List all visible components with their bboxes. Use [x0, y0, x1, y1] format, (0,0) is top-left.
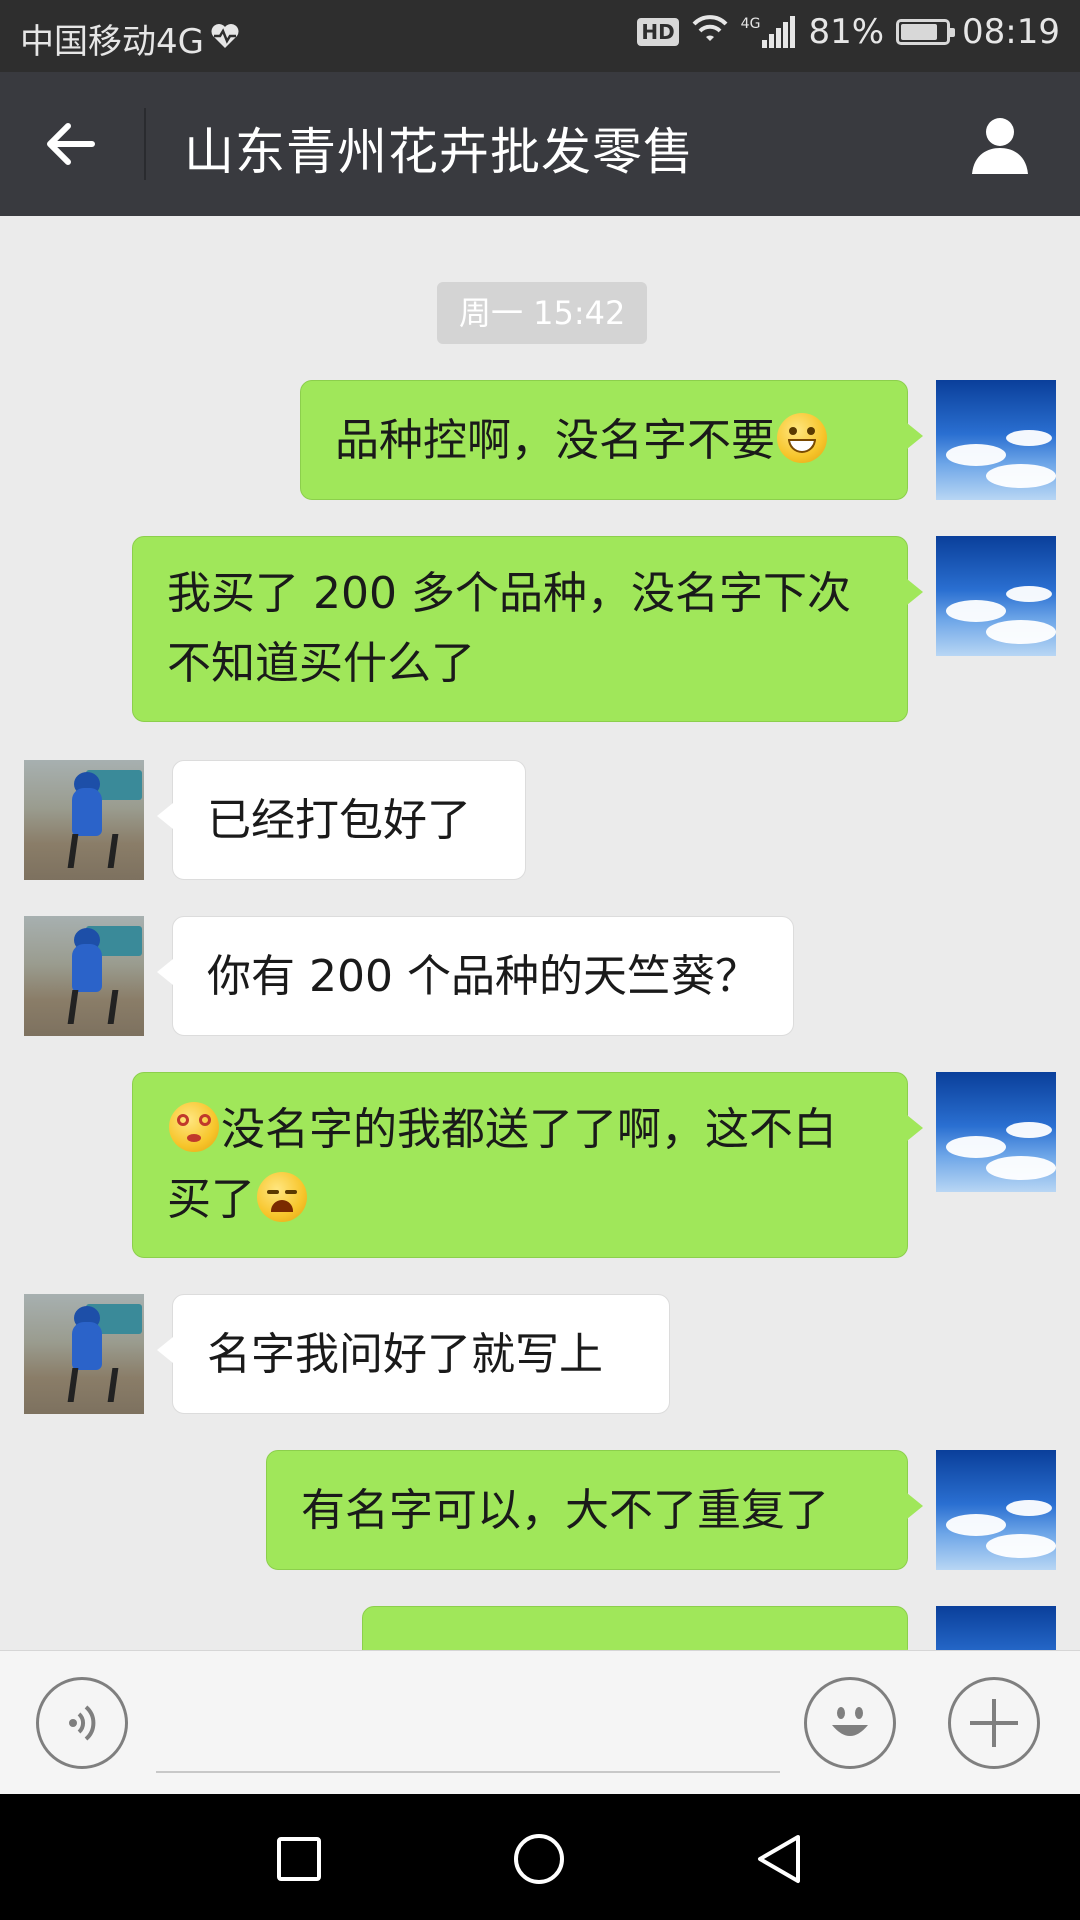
more-button[interactable] [948, 1677, 1040, 1769]
signal-icon: 4G [741, 16, 797, 48]
chat-messages[interactable]: 周一 15:42 品种控啊，没名字不要 我买了 200 多个品种，没名字下次 不… [0, 216, 1080, 1650]
contact-avatar[interactable] [24, 916, 144, 1036]
message-bubble[interactable]: 你有 200 个品种的天竺葵？ [157, 916, 794, 1036]
voice-button[interactable] [36, 1677, 128, 1769]
page-title: 山东青州花卉批发零售 [184, 123, 694, 181]
chat-header: 山东青州花卉批发零售 [0, 72, 1080, 216]
my-avatar[interactable] [936, 536, 1056, 656]
message-timestamp: 周一 15:42 [437, 282, 648, 344]
recent-apps-icon [277, 1837, 321, 1881]
person-icon [972, 118, 1028, 174]
plus-icon [970, 1699, 1018, 1747]
message-text-line: 买了 [167, 1174, 255, 1225]
message-bubble[interactable]: 我买了 200 多个品种，没名字下次 不知道买什么了 [132, 536, 923, 722]
message-bubble[interactable]: 品种控啊，没名字不要 [300, 380, 923, 500]
message-bubble[interactable]: 有名字可以，大不了重复了 [266, 1450, 923, 1570]
message-bubble[interactable] [362, 1606, 923, 1650]
back-button[interactable] [30, 104, 110, 184]
input-bar [0, 1650, 1080, 1795]
message-input[interactable] [156, 1681, 780, 1773]
arrow-left-icon [47, 123, 95, 165]
voice-icon [69, 1705, 96, 1741]
dizzy-emoji-icon [169, 1102, 219, 1152]
nav-back-button[interactable] [752, 1832, 806, 1886]
heart-icon [210, 19, 240, 59]
my-avatar[interactable] [936, 1450, 1056, 1570]
my-avatar[interactable] [936, 1072, 1056, 1192]
chat-info-button[interactable] [964, 108, 1036, 180]
title-divider [144, 108, 146, 180]
emoji-button[interactable] [804, 1677, 896, 1769]
message-text: 名字我问好了就写上 [207, 1329, 603, 1380]
smiley-icon [832, 1707, 868, 1736]
message-bubble[interactable]: 名字我问好了就写上 [157, 1294, 670, 1414]
system-nav-bar [0, 1794, 1080, 1920]
network-type-label: 4G [740, 16, 761, 32]
grinning-emoji-icon [777, 413, 827, 463]
contact-avatar[interactable] [24, 1294, 144, 1414]
message-text: 有名字可以，大不了重复了 [301, 1485, 829, 1536]
message-bubble[interactable]: 已经打包好了 [157, 760, 526, 880]
status-bar: 中国移动4G HD 4G 81% 08:19 [0, 0, 1080, 72]
home-button[interactable] [512, 1832, 566, 1886]
back-icon [758, 1835, 800, 1883]
message-bubble[interactable]: 没名字的我都送了了啊，这不白 买了 [132, 1072, 923, 1258]
battery-percent: 81% [808, 12, 885, 52]
my-avatar[interactable] [936, 1606, 1056, 1650]
message-text-line: 没名字的我都送了了啊，这不白 [221, 1104, 837, 1155]
my-avatar[interactable] [936, 380, 1056, 500]
clock: 08:19 [962, 12, 1060, 52]
message-text-line: 我买了 200 多个品种，没名字下次 [167, 568, 851, 619]
message-text: 已经打包好了 [207, 795, 471, 846]
home-icon [514, 1834, 564, 1884]
battery-icon [896, 19, 956, 45]
hd-badge: HD [637, 18, 679, 46]
contact-avatar[interactable] [24, 760, 144, 880]
crying-emoji-icon [257, 1172, 307, 1222]
wifi-icon [691, 12, 729, 52]
message-text-line: 不知道买什么了 [167, 638, 475, 689]
recent-apps-button[interactable] [272, 1832, 326, 1886]
carrier-label: 中国移动4G [20, 22, 204, 62]
message-text: 品种控啊，没名字不要 [335, 415, 775, 466]
message-text: 你有 200 个品种的天竺葵？ [207, 951, 759, 1002]
